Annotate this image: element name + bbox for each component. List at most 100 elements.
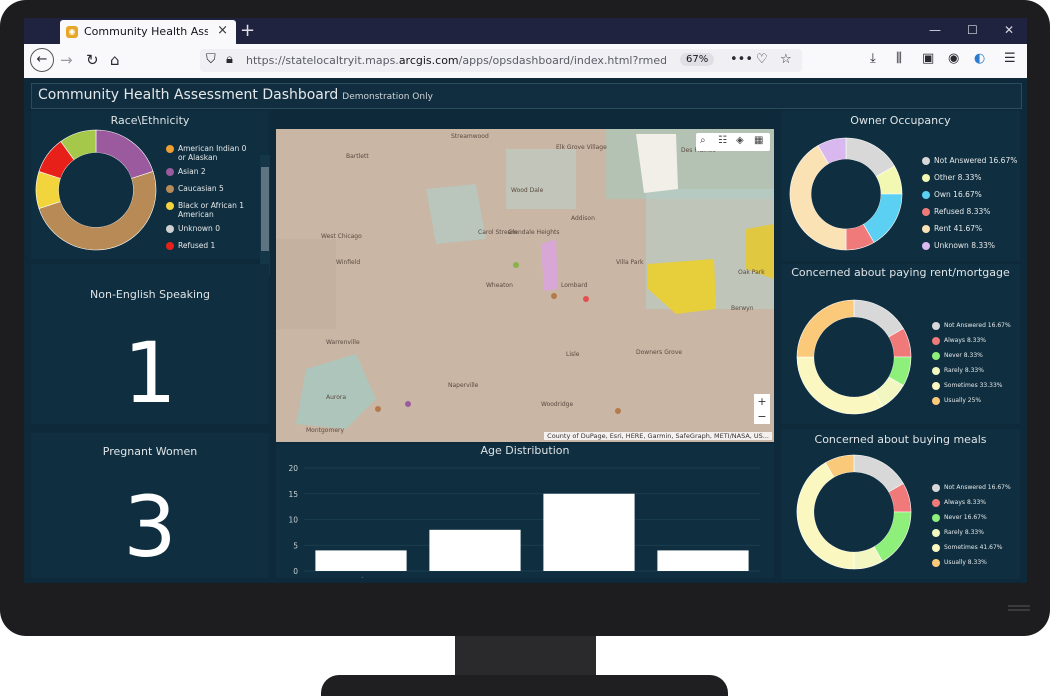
map-basemap-icon[interactable]: ▦ [754, 135, 763, 146]
legend-swatch [922, 191, 930, 199]
legend-label: Refused 1 [178, 241, 216, 250]
menu-icon[interactable]: ☰ [1004, 51, 1016, 66]
age-bar-chart[interactable]: 0 5 10 15 20 Less than 2 2-17 18-64 Over 64 [276, 458, 774, 578]
rent-donut-chart[interactable] [796, 299, 912, 415]
legend-label: Sometimes 33.33% [944, 382, 1003, 389]
close-window-icon[interactable]: ✕ [1004, 23, 1014, 37]
sidebar-icon[interactable]: ▣ [922, 51, 934, 66]
reload-button[interactable]: ↻ [86, 51, 99, 69]
pregnant-title: Pregnant Women [102, 445, 198, 458]
account-icon[interactable]: ◉ [948, 51, 959, 66]
dashboard-header: Community Health Assessment Dashboard Dem… [31, 83, 1022, 109]
minimize-icon[interactable]: — [929, 23, 941, 37]
legend-swatch [166, 185, 174, 193]
url-text[interactable]: https://statelocaltryit.maps.arcgis.com/… [246, 54, 666, 67]
tab-favicon-icon: ◉ [66, 26, 78, 38]
legend-swatch [922, 242, 930, 250]
new-tab-button[interactable]: + [240, 20, 255, 41]
map-label: West Chicago [321, 233, 362, 240]
legend-label: Rent 41.67% [934, 224, 983, 233]
map-label: Aurora [326, 394, 347, 401]
map-label: Lombard [561, 282, 588, 289]
bar-18-64[interactable] [543, 493, 635, 571]
page-actions-icon[interactable]: ••• [730, 52, 753, 67]
race-scrollbar[interactable] [260, 155, 270, 275]
legend-label: Rarely 8.33% [944, 529, 984, 536]
bar-over-64[interactable] [657, 550, 749, 571]
x-tick-label: 18-64 [579, 577, 600, 578]
legend-swatch [166, 168, 174, 176]
bookmark-star-icon[interactable]: ☆ [780, 52, 792, 67]
legend-swatch [932, 499, 940, 507]
legend-label: Never 16.67% [944, 514, 987, 521]
map-label: Bartlett [346, 153, 369, 160]
forward-button[interactable]: → [60, 51, 73, 69]
map-view[interactable]: Streamwood Bartlett Elk Grove Village De… [276, 129, 774, 442]
non-english-title: Non-English Speaking [90, 288, 210, 301]
map-label: Montgomery [306, 427, 345, 434]
zoom-level-badge[interactable]: 67% [680, 53, 715, 66]
monitor-stand [321, 675, 728, 696]
legend-label: Refused 8.33% [934, 207, 991, 216]
map-canvas [276, 129, 774, 442]
bar-2-17[interactable] [429, 529, 521, 571]
map-label: Villa Park [616, 259, 644, 266]
x-tick-label: Less than 2 [341, 577, 381, 578]
meals-panel: Concerned about buying meals Not Answere… [781, 429, 1020, 579]
legend-swatch [922, 208, 930, 216]
owner-donut-chart[interactable] [789, 137, 903, 251]
lock-icon[interactable]: 🔒︎ [226, 52, 233, 67]
non-english-count: 1 [123, 324, 177, 422]
browser-tab[interactable]: ◉ Community Health Assessment × [60, 20, 236, 44]
legend-swatch [932, 514, 940, 522]
race-title: Race\Ethnicity [110, 114, 190, 127]
legend-label: Caucasian 5 [178, 184, 224, 193]
downloads-icon[interactable]: ⤓ [870, 51, 876, 66]
screen: ◉ Community Health Assessment × + — ☐ ✕ … [24, 18, 1027, 583]
dashboard-subtitle: Demonstration Only [342, 92, 433, 102]
map-label: Oak Park [738, 269, 765, 276]
legend-label: Not Answered 16.67% [934, 156, 1018, 165]
legend-swatch [932, 397, 940, 405]
meals-donut-chart[interactable] [796, 454, 912, 570]
meals-title: Concerned about buying meals [814, 433, 987, 446]
map-search-icon[interactable]: ⌕ [700, 135, 706, 146]
library-icon[interactable]: ⫼ [896, 51, 902, 66]
legend-label: Asian 2 [178, 167, 206, 176]
map-label: Downers Grove [636, 349, 683, 356]
extension-icon[interactable]: ◐ [974, 51, 985, 66]
map-layers-icon[interactable]: ◈ [736, 135, 744, 146]
age-panel: Age Distribution 0 5 10 15 20 Less than 2 2-17… [276, 444, 774, 578]
zoom-in-button[interactable]: + [754, 394, 770, 409]
legend-swatch [932, 484, 940, 492]
map-label: Warrenville [326, 339, 360, 346]
address-bar[interactable]: ⛉ 🔒︎ https://statelocaltryit.maps.arcgis… [200, 49, 802, 72]
legend-label: Unknown 8.33% [934, 241, 996, 250]
map-label: Wheaton [486, 282, 513, 289]
pocket-icon[interactable]: ♡ [756, 52, 768, 67]
map-label: Elk Grove Village [556, 144, 607, 151]
zoom-out-button[interactable]: − [754, 409, 770, 424]
owner-title: Owner Occupancy [850, 114, 951, 127]
map-label: Winfield [336, 259, 361, 266]
map-legend-icon[interactable]: ☷ [718, 135, 727, 146]
shield-icon[interactable]: ⛉ [206, 52, 216, 67]
legend-swatch [932, 337, 940, 345]
race-donut-chart[interactable] [35, 129, 157, 251]
legend-label: Rarely 8.33% [944, 367, 984, 374]
tab-close-button[interactable]: × [217, 23, 228, 38]
scrollbar-thumb[interactable] [261, 167, 269, 251]
y-tick-label: 20 [288, 464, 298, 473]
map-label: Woodridge [541, 401, 574, 408]
map-label: Wood Dale [511, 187, 544, 194]
maximize-icon[interactable]: ☐ [967, 23, 978, 37]
home-button[interactable]: ⌂ [110, 51, 120, 69]
back-button[interactable]: ← [30, 48, 54, 72]
pregnant-panel: Pregnant Women 3 [31, 433, 269, 578]
legend-swatch [166, 225, 174, 233]
legend-swatch [922, 157, 930, 165]
map-toolbar: ⌕ ☷ ◈ ▦ [696, 133, 770, 151]
legend-label: or Alaskan [178, 153, 218, 162]
dashboard: Community Health Assessment Dashboard Dem… [24, 78, 1027, 583]
bar-less-than-2[interactable] [315, 550, 407, 571]
